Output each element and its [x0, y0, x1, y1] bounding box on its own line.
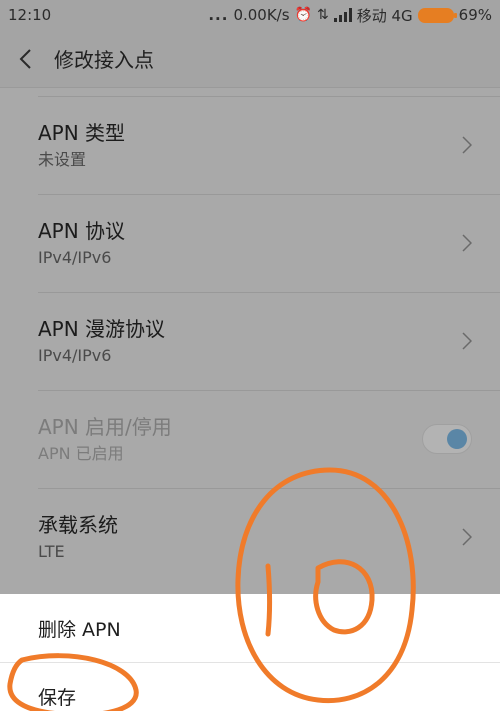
chevron-right-icon [462, 234, 472, 252]
setting-title: 承载系统 [38, 512, 118, 537]
setting-value: IPv4/IPv6 [38, 247, 112, 267]
status-dots: ... [208, 6, 229, 24]
title-bar: 修改接入点 [0, 30, 500, 88]
setting-title: APN 漫游协议 [38, 316, 166, 341]
setting-value: 未设置 [38, 149, 87, 169]
setting-value: LTE [38, 541, 65, 561]
setting-title: APN 协议 [38, 218, 126, 243]
setting-apn-protocol[interactable]: APN 协议 IPv4/IPv6 [0, 194, 500, 292]
setting-title: APN 类型 [38, 120, 126, 145]
setting-value: IPv4/IPv6 [38, 345, 112, 365]
net-speed: 0.00K/s [233, 6, 290, 24]
vibrate-icon: ⇅ [316, 7, 329, 23]
apn-enable-toggle[interactable] [422, 424, 472, 454]
carrier-label: 移动 4G [356, 6, 413, 25]
settings-list: APN 类型 未设置 APN 协议 IPv4/IPv6 APN 漫游协议 IPv… [0, 96, 500, 586]
status-indicators: ... 0.00K/s ⏰ ⇅ 移动 4G 69% [208, 5, 492, 26]
setting-apn-enable: APN 启用/停用 APN 已启用 [0, 390, 500, 488]
chevron-right-icon [462, 332, 472, 350]
save-button[interactable]: 保存 [0, 662, 500, 711]
back-button[interactable] [0, 30, 50, 88]
chevron-left-icon [19, 48, 31, 69]
battery-percent: 69% [458, 6, 492, 24]
status-time: 12:10 [8, 6, 52, 24]
toggle-knob [447, 429, 467, 449]
battery-icon [417, 7, 457, 23]
action-sheet: 删除 APN 保存 [0, 594, 500, 711]
setting-apn-roaming-protocol[interactable]: APN 漫游协议 IPv4/IPv6 [0, 292, 500, 390]
delete-apn-button[interactable]: 删除 APN [0, 594, 500, 662]
setting-apn-type[interactable]: APN 类型 未设置 [0, 96, 500, 194]
chevron-right-icon [462, 528, 472, 546]
page-title: 修改接入点 [54, 48, 154, 72]
alarm-icon: ⏰ [294, 7, 312, 23]
signal-icon [333, 8, 352, 22]
chevron-right-icon [462, 136, 472, 154]
setting-bearer[interactable]: 承载系统 LTE [0, 488, 500, 586]
status-bar: 12:10 ... 0.00K/s ⏰ ⇅ 移动 4G 69% [0, 0, 500, 30]
